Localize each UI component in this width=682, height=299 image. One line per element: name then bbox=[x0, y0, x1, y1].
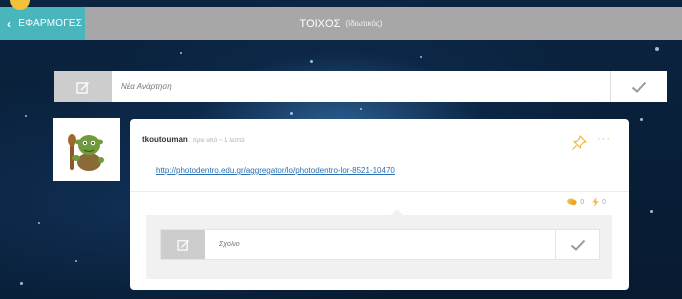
page-subtitle: (Ιδιωτικός) bbox=[345, 19, 383, 28]
avatar[interactable] bbox=[53, 118, 120, 181]
divider bbox=[130, 191, 629, 192]
likes-count: 0 bbox=[602, 198, 606, 206]
comments-count: 0 bbox=[580, 198, 585, 206]
comment-icon bbox=[567, 198, 577, 206]
pin-icon[interactable] bbox=[571, 135, 587, 156]
new-post-submit-button[interactable] bbox=[610, 71, 667, 102]
bolt-icon bbox=[592, 197, 599, 207]
new-post-input[interactable] bbox=[112, 71, 610, 102]
page-title: ΤΟΙΧΟΣ (Ιδιωτικός) bbox=[0, 7, 682, 40]
apps-label: ΕΦΑΡΜΟΓΕΣ bbox=[18, 18, 83, 29]
comment-bar bbox=[160, 229, 600, 260]
comment-area bbox=[146, 209, 612, 279]
page-title-text: ΤΟΙΧΟΣ bbox=[299, 17, 341, 30]
check-icon bbox=[631, 81, 647, 93]
new-post-bar bbox=[54, 71, 667, 102]
comment-submit-button[interactable] bbox=[555, 230, 599, 259]
comments-stat[interactable]: 0 bbox=[567, 198, 584, 206]
comment-notch bbox=[391, 209, 403, 215]
apps-button[interactable]: ‹ ΕΦΑΡΜΟΓΕΣ bbox=[0, 0, 85, 40]
author-name[interactable]: tkoutouman bbox=[142, 135, 188, 144]
edit-icon bbox=[54, 71, 112, 102]
post-stats: 0 0 bbox=[559, 197, 606, 207]
apps-badge bbox=[10, 0, 30, 10]
post-card: tkoutouman πριν από ~ 1 λεπτό ··· http://… bbox=[130, 119, 629, 290]
post-link[interactable]: http://photodentro.edu.gr/aggregator/lo/… bbox=[156, 166, 395, 175]
post-time: πριν από ~ 1 λεπτό bbox=[192, 138, 245, 144]
post-author: tkoutouman πριν από ~ 1 λεπτό bbox=[142, 135, 245, 144]
top-bar: ‹ ΕΦΑΡΜΟΓΕΣ ΤΟΙΧΟΣ (Ιδιωτικός) bbox=[0, 0, 682, 40]
chevron-left-icon: ‹ bbox=[7, 16, 12, 31]
more-icon[interactable]: ··· bbox=[597, 134, 611, 145]
likes-stat[interactable]: 0 bbox=[592, 197, 606, 207]
edit-icon bbox=[161, 230, 205, 259]
check-icon bbox=[570, 239, 585, 251]
comment-input[interactable] bbox=[205, 230, 555, 259]
